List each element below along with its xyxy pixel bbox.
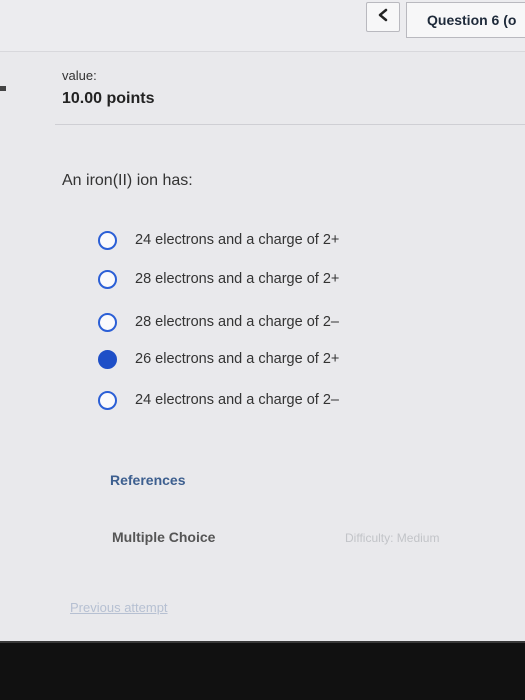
references-link[interactable]: References bbox=[110, 472, 186, 488]
previous-attempt-link[interactable]: Previous attempt bbox=[70, 600, 168, 615]
radio-button[interactable] bbox=[98, 390, 117, 410]
value-label: value: bbox=[62, 68, 97, 83]
points-value: 10.00 points bbox=[62, 90, 155, 107]
divider bbox=[55, 124, 525, 125]
chevron-left-icon bbox=[377, 8, 389, 27]
answer-option-label: 28 electrons and a charge of 2– bbox=[135, 314, 339, 330]
question-prompt: An iron(II) ion has: bbox=[62, 172, 193, 189]
answer-option-2[interactable]: 28 electrons and a charge of 2+ bbox=[98, 267, 339, 291]
question-navigator[interactable]: Question 6 (o bbox=[406, 2, 525, 38]
answer-option-label: 26 electrons and a charge of 2+ bbox=[135, 351, 340, 367]
answer-option-1[interactable]: 24 electrons and a charge of 2+ bbox=[98, 228, 339, 252]
answer-option-label: 24 electrons and a charge of 2– bbox=[135, 392, 339, 408]
question-type-label: Multiple Choice bbox=[112, 529, 216, 545]
answer-option-3[interactable]: 28 electrons and a charge of 2– bbox=[98, 310, 339, 334]
top-bar: Question 6 (o bbox=[0, 0, 525, 52]
radio-button[interactable] bbox=[98, 269, 117, 289]
radio-button[interactable] bbox=[98, 312, 117, 332]
answer-option-label: 24 electrons and a charge of 2+ bbox=[135, 232, 340, 248]
answer-option-label: 28 electrons and a charge of 2+ bbox=[135, 271, 340, 287]
radio-button[interactable] bbox=[98, 230, 117, 250]
difficulty-label: Difficulty: Medium bbox=[345, 531, 440, 545]
answer-option-5[interactable]: 24 electrons and a charge of 2– bbox=[98, 388, 339, 412]
back-button[interactable] bbox=[366, 2, 400, 32]
radio-button-selected[interactable] bbox=[98, 349, 117, 369]
answer-option-4[interactable]: 26 electrons and a charge of 2+ bbox=[98, 347, 339, 371]
edge-marker bbox=[0, 86, 6, 91]
screen-bezel bbox=[0, 643, 525, 700]
